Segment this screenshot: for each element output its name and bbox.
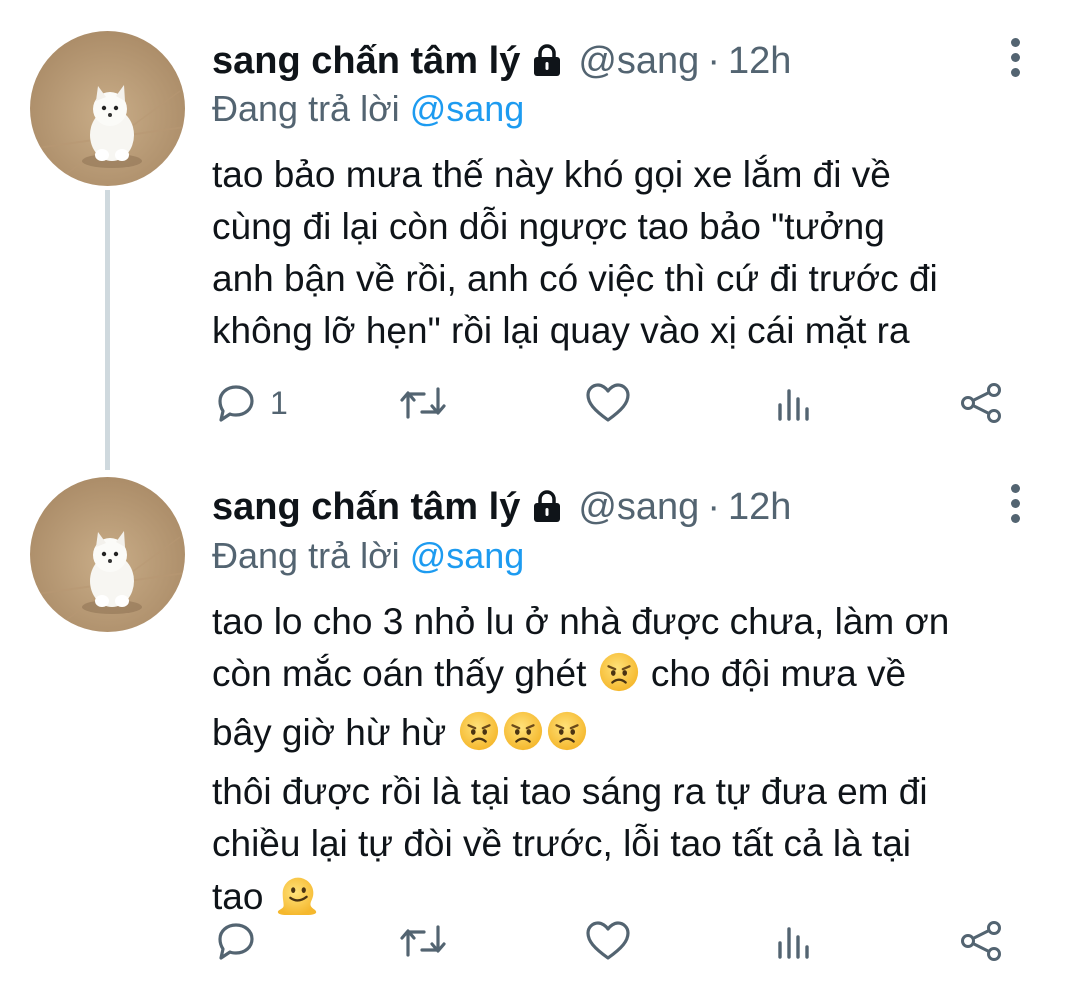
- analytics-button[interactable]: [774, 919, 814, 963]
- replying-to: Đang trả lời @sang: [212, 87, 524, 131]
- angry-face-emoji: [598, 651, 640, 707]
- replying-to: Đang trả lời @sang: [212, 534, 524, 578]
- separator-dot: ·: [707, 486, 720, 528]
- tweet[interactable]: sang chấn tâm lý @sang · 12h Đang trả lời @…: [0, 470, 1080, 983]
- lock-icon: [530, 489, 564, 533]
- analytics-icon: [778, 389, 809, 421]
- tweet-text-line: anh bận về rồi, anh có việc thì cứ đi tr…: [212, 258, 938, 299]
- angry-face-emoji: [546, 710, 588, 766]
- timestamp[interactable]: 12h: [728, 40, 791, 82]
- more-vertical-icon[interactable]: [1000, 481, 1030, 525]
- tweet-text-line: chiều lại tự đòi về trước, lỗi tao tất c…: [212, 823, 912, 864]
- reply-button[interactable]: [214, 919, 258, 963]
- retweet-icon: [400, 387, 446, 419]
- tweet-text-segment: cho đội mưa về: [650, 653, 907, 694]
- share-icon: [961, 921, 1001, 961]
- avatar[interactable]: [30, 31, 185, 186]
- tweet-text: tao lo cho 3 nhỏ lu ở nhà được chưa, làm…: [212, 596, 1042, 930]
- tweet-text-segment: bây giờ hừ hừ: [212, 712, 447, 753]
- analytics-icon: [778, 927, 809, 959]
- more-vertical-icon[interactable]: [1000, 35, 1030, 79]
- handle[interactable]: @sang: [578, 486, 699, 528]
- heart-icon: [586, 921, 630, 960]
- replying-mention[interactable]: @sang: [410, 535, 525, 576]
- like-button[interactable]: [584, 919, 632, 963]
- like-button[interactable]: [584, 381, 632, 425]
- analytics-button[interactable]: [774, 381, 814, 425]
- tweet-text-segment: còn mắc oán thấy ghét: [212, 653, 587, 694]
- reply-bubble-icon: [218, 385, 254, 422]
- share-icon: [961, 383, 1001, 423]
- tweet-header: sang chấn tâm lý @sang · 12h: [212, 485, 791, 533]
- angry-face-emoji: [502, 710, 544, 766]
- tweet-text-segment: tao: [212, 876, 264, 917]
- display-name[interactable]: sang chấn tâm lý: [212, 40, 520, 82]
- tweet-text: tao bảo mưa thế này khó gọi xe lắm đi về…: [212, 149, 1042, 357]
- tweet[interactable]: sang chấn tâm lý @sang · 12h Đang trả lời @…: [0, 0, 1080, 470]
- tweet-text-line: cùng đi lại còn dỗi ngược tao bảo "tưởng: [212, 206, 885, 247]
- action-bar: [212, 919, 1042, 963]
- tweet-text-line: bây giờ hừ hừ: [212, 707, 1042, 766]
- retweet-button[interactable]: [398, 919, 448, 963]
- lock-icon: [530, 43, 564, 87]
- retweet-button[interactable]: [398, 381, 448, 425]
- angry-face-emoji: [458, 710, 500, 766]
- display-name[interactable]: sang chấn tâm lý: [212, 486, 520, 528]
- action-bar: 1: [212, 381, 1042, 425]
- tweet-text-line: thôi được rồi là tại tao sáng ra tự đưa …: [212, 771, 928, 812]
- replying-mention[interactable]: @sang: [410, 88, 525, 129]
- tweet-text-line: không lỡ hẹn" rồi lại quay vào xị cái mặ…: [212, 310, 910, 351]
- handle[interactable]: @sang: [578, 40, 699, 82]
- tweet-text-line: còn mắc oán thấy ghét cho đội mưa về: [212, 648, 1042, 707]
- replying-prefix: Đang trả lời: [212, 535, 400, 576]
- retweet-icon: [400, 925, 446, 957]
- avatar[interactable]: [30, 477, 185, 632]
- reply-bubble-icon: [218, 923, 254, 960]
- reply-count: 1: [270, 384, 288, 421]
- reply-button[interactable]: 1: [214, 381, 288, 425]
- tweet-header: sang chấn tâm lý @sang · 12h: [212, 39, 791, 87]
- share-button[interactable]: [958, 919, 1006, 963]
- separator-dot: ·: [707, 40, 720, 82]
- share-button[interactable]: [958, 381, 1006, 425]
- replying-prefix: Đang trả lời: [212, 88, 400, 129]
- thread-connector-line: [105, 190, 110, 470]
- tweet-text-line: tao lo cho 3 nhỏ lu ở nhà được chưa, làm…: [212, 601, 950, 642]
- tweet-text-line: tao bảo mưa thế này khó gọi xe lắm đi về: [212, 154, 891, 195]
- timestamp[interactable]: 12h: [728, 486, 791, 528]
- heart-icon: [586, 383, 630, 422]
